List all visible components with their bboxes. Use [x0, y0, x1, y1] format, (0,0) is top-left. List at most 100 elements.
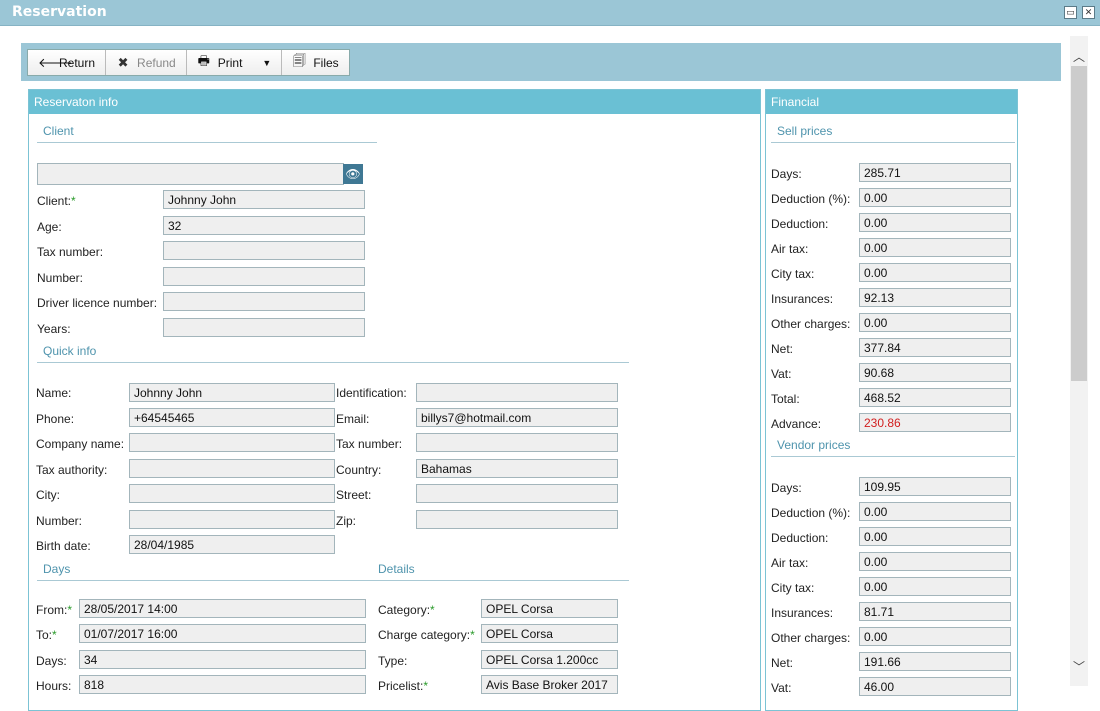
chevron-down-icon[interactable]: ▼	[262, 58, 271, 68]
chevron-up-icon[interactable]: ︿	[1070, 48, 1088, 65]
financial-row-label: Deduction (%):	[771, 506, 851, 520]
eye-icon[interactable]: 👁	[343, 164, 363, 184]
zip-field[interactable]	[416, 510, 618, 529]
panel-header: Financial	[766, 90, 1017, 114]
identification-label: Identification:	[336, 386, 407, 400]
charge-category-field[interactable]: OPEL Corsa	[481, 624, 618, 643]
birth-date-field[interactable]: 28/04/1985	[129, 535, 335, 554]
financial-row-field[interactable]: 468.52	[859, 388, 1011, 407]
company-name-label: Company name:	[36, 437, 125, 451]
financial-row-label: Advance:	[771, 417, 822, 431]
type-field[interactable]: OPEL Corsa 1.200cc	[481, 650, 618, 669]
financial-row-field[interactable]: 0.00	[859, 313, 1011, 332]
restore-icon[interactable]: ▭	[1064, 6, 1077, 19]
financial-row-field[interactable]: 0.00	[859, 627, 1011, 646]
country-field[interactable]: Bahamas	[416, 459, 618, 478]
financial-row-field[interactable]: 0.00	[859, 577, 1011, 596]
category-field[interactable]: OPEL Corsa	[481, 599, 618, 618]
years-label: Years:	[37, 322, 71, 336]
return-label: Return	[59, 55, 96, 70]
toolbar: 🡐 Return ✖ Refund 🖶 Print ▼ 🗐 Files	[21, 43, 1061, 81]
financial-row-label: Deduction (%):	[771, 192, 851, 206]
days-label: Days:	[36, 654, 67, 668]
financial-row-label: Deduction:	[771, 531, 829, 545]
phone-field[interactable]: +64545465	[129, 408, 335, 427]
to-field[interactable]: 01/07/2017 16:00	[79, 624, 366, 643]
identification-field[interactable]	[416, 383, 618, 402]
tax-authority-label: Tax authority:	[36, 463, 108, 477]
financial-row-field[interactable]: 92.13	[859, 288, 1011, 307]
section-quick-info: Quick info	[37, 344, 629, 363]
financial-row-field[interactable]: 0.00	[859, 527, 1011, 546]
financial-row-label: Days:	[771, 481, 802, 495]
vertical-scrollbar[interactable]: ︿ ﹀	[1070, 36, 1088, 686]
email-field[interactable]: billys7@hotmail.com	[416, 408, 618, 427]
financial-row-field[interactable]: 0.00	[859, 213, 1011, 232]
hours-field[interactable]: 818	[79, 675, 366, 694]
financial-row-label: City tax:	[771, 267, 815, 281]
category-label: Category:*	[378, 603, 435, 617]
financial-row-label: Insurances:	[771, 292, 834, 306]
financial-row-field[interactable]: 109.95	[859, 477, 1011, 496]
section-client: Client	[37, 124, 377, 143]
financial-panel: Financial Sell prices Days: 285.71 Deducti…	[765, 89, 1018, 711]
number-label: Number:	[37, 271, 84, 285]
country-label: Country:	[336, 463, 382, 477]
quick-tax-number-label: Tax number:	[336, 437, 403, 451]
tax-authority-field[interactable]	[129, 459, 335, 478]
years-field[interactable]	[163, 318, 365, 337]
tax-number-field[interactable]	[163, 241, 365, 260]
city-field[interactable]	[129, 484, 335, 503]
driver-licence-field[interactable]	[163, 292, 365, 311]
financial-row-field[interactable]: 0.00	[859, 552, 1011, 571]
chevron-down-icon[interactable]: ﹀	[1070, 658, 1088, 675]
financial-row-field[interactable]: 230.86	[859, 413, 1011, 432]
client-search-input[interactable]	[37, 163, 344, 185]
financial-row-field[interactable]: 191.66	[859, 652, 1011, 671]
arrow-left-icon: 🡐	[38, 54, 73, 70]
financial-row-field[interactable]: 0.00	[859, 502, 1011, 521]
email-label: Email:	[336, 412, 370, 426]
files-icon: 🗐	[292, 52, 306, 68]
client-label: Client:*	[37, 194, 76, 208]
financial-row-field[interactable]: 90.68	[859, 363, 1011, 382]
days-field[interactable]: 34	[79, 650, 366, 669]
client-field[interactable]: Johnny John	[163, 190, 365, 209]
hours-label: Hours:	[36, 679, 72, 693]
financial-row-field[interactable]: 81.71	[859, 602, 1011, 621]
phone-label: Phone:	[36, 412, 75, 426]
street-label: Street:	[336, 488, 372, 502]
financial-row-label: Vat:	[771, 681, 792, 695]
quick-number-field[interactable]	[129, 510, 335, 529]
street-field[interactable]	[416, 484, 618, 503]
return-button[interactable]: 🡐 Return	[28, 50, 107, 75]
financial-row-field[interactable]: 46.00	[859, 677, 1011, 696]
financial-row-field[interactable]: 0.00	[859, 263, 1011, 282]
from-field[interactable]: 28/05/2017 14:00	[79, 599, 366, 618]
financial-row-label: Air tax:	[771, 556, 809, 570]
company-name-field[interactable]	[129, 433, 335, 452]
pricelist-field[interactable]: Avis Base Broker 2017	[481, 675, 618, 694]
financial-row-field[interactable]: 377.84	[859, 338, 1011, 357]
financial-row-label: Vat:	[771, 367, 792, 381]
print-button[interactable]: 🖶 Print ▼	[186, 50, 283, 75]
refund-button[interactable]: ✖ Refund	[106, 50, 187, 75]
files-label: Files	[313, 55, 339, 70]
driver-licence-label: Driver licence number:	[37, 296, 158, 310]
financial-row-label: Air tax:	[771, 242, 809, 256]
financial-row-label: Net:	[771, 342, 794, 356]
x-icon: ✖	[117, 54, 129, 70]
financial-row-field[interactable]: 0.00	[859, 238, 1011, 257]
close-icon[interactable]: ✕	[1082, 6, 1095, 19]
quick-tax-number-field[interactable]	[416, 433, 618, 452]
files-button[interactable]: 🗐 Files	[282, 50, 349, 75]
scrollbar-thumb[interactable]	[1071, 66, 1087, 381]
city-label: City:	[36, 488, 60, 502]
financial-row-field[interactable]: 285.71	[859, 163, 1011, 182]
name-label: Name:	[36, 386, 72, 400]
financial-row-field[interactable]: 0.00	[859, 188, 1011, 207]
name-field[interactable]: Johnny John	[129, 383, 335, 402]
print-label: Print	[217, 55, 243, 70]
number-field[interactable]	[163, 267, 365, 286]
age-field[interactable]: 32	[163, 216, 365, 235]
